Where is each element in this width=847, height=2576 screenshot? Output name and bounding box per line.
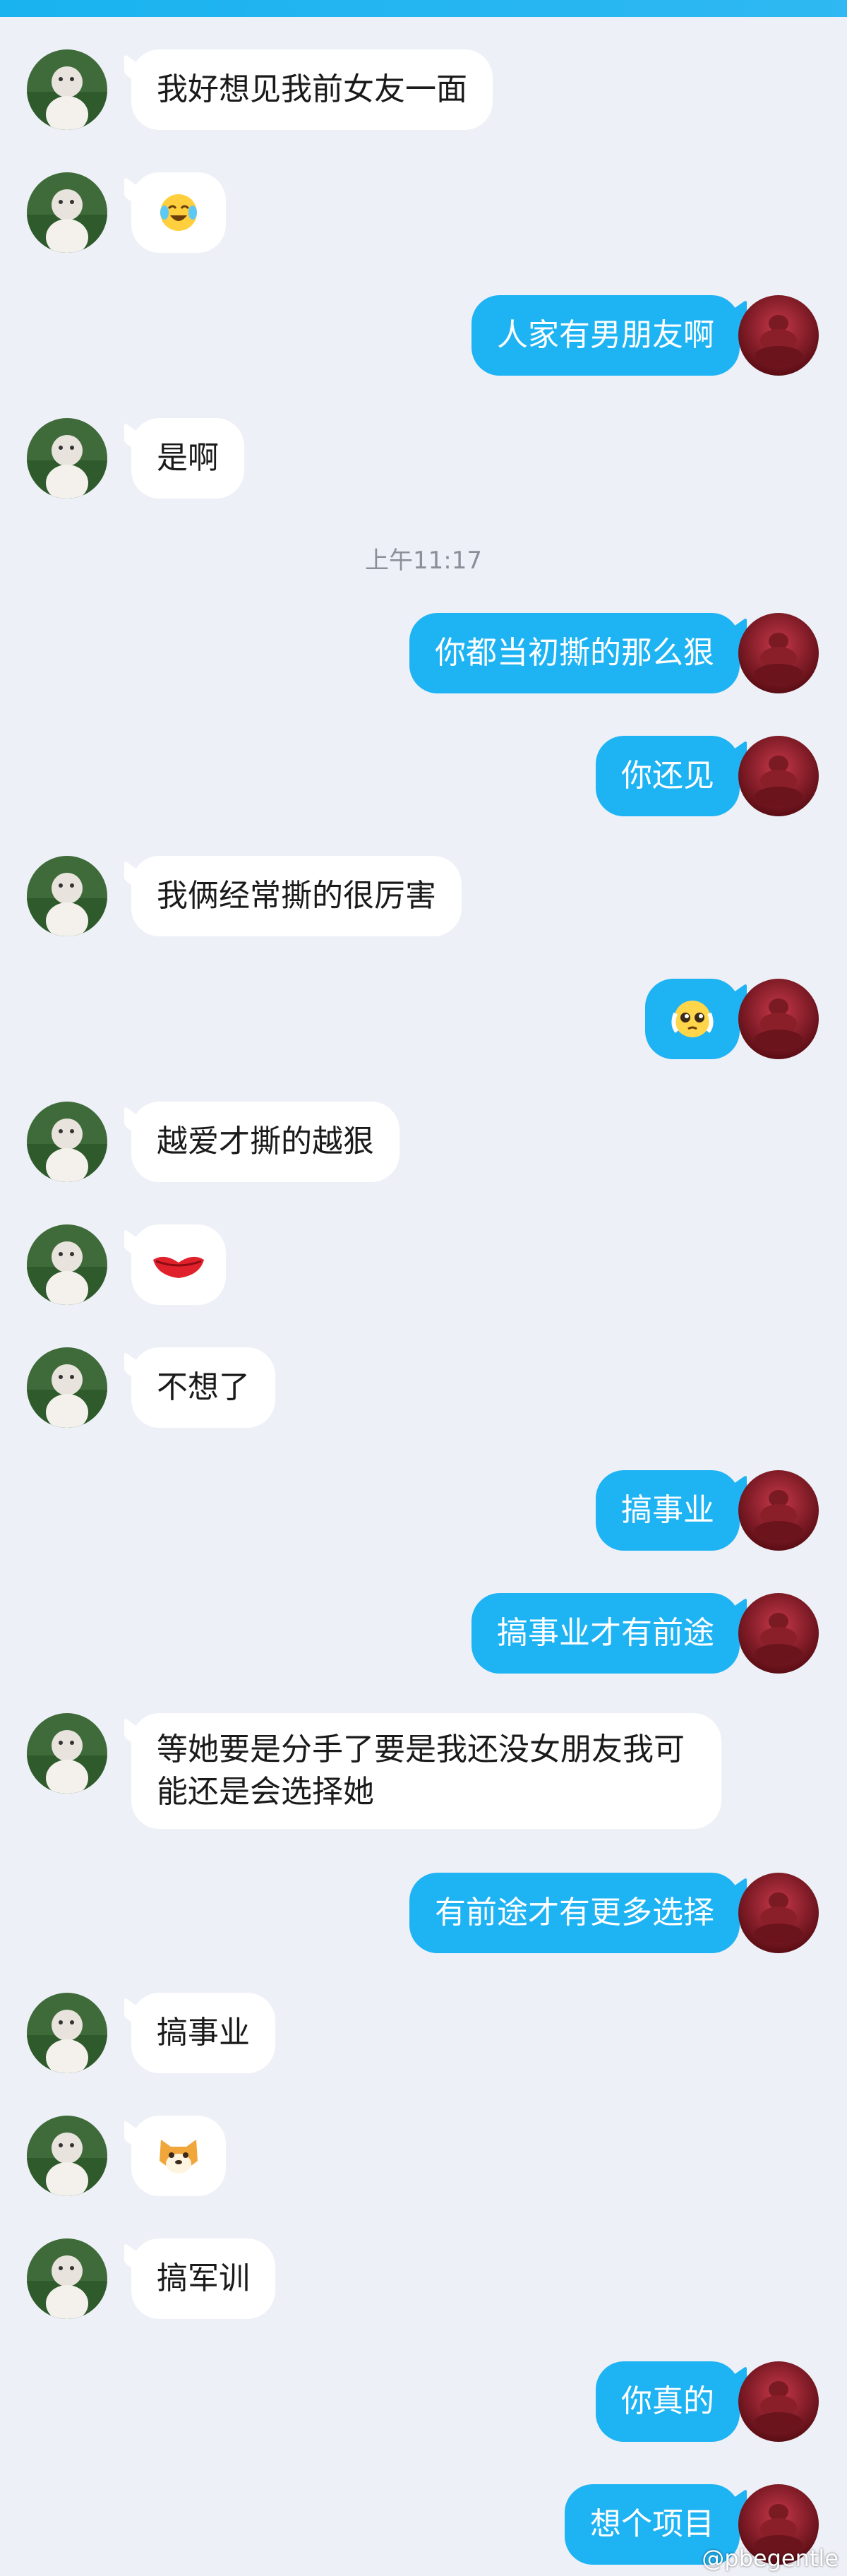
message-bubble-incoming[interactable]: 等她要是分手了要是我还没女朋友我可能还是会选择她: [131, 1713, 721, 1829]
user-avatar-image: [738, 1873, 819, 1953]
contact-avatar[interactable]: [27, 418, 107, 499]
message-bubble-incoming[interactable]: [131, 2116, 226, 2196]
pleading-face-emoji-icon: [671, 1001, 714, 1037]
contact-avatar-image: [27, 1102, 107, 1182]
contact-avatar-image: [27, 49, 107, 130]
user-avatar-image: [738, 736, 819, 816]
contact-avatar-image: [27, 856, 107, 936]
user-avatar-image: [738, 295, 819, 376]
contact-avatar[interactable]: [27, 1102, 107, 1182]
message-bubble-incoming[interactable]: 搞军训: [131, 2238, 275, 2319]
user-avatar-image: [738, 1470, 819, 1551]
user-avatar[interactable]: [738, 1873, 819, 1953]
message-bubble-incoming[interactable]: 越爱才撕的越狠: [131, 1102, 400, 1182]
message-bubble-incoming[interactable]: 是啊: [131, 418, 244, 499]
user-avatar[interactable]: [738, 1593, 819, 1674]
message-bubble-outgoing[interactable]: 你真的: [596, 2361, 740, 2442]
user-avatar[interactable]: [738, 613, 819, 693]
contact-avatar-image: [27, 2238, 107, 2319]
contact-avatar[interactable]: [27, 2238, 107, 2319]
message-bubble-outgoing[interactable]: 你都当初撕的那么狠: [409, 613, 740, 693]
contact-avatar-image: [27, 1347, 107, 1428]
shiba-dog-emoji-icon: [160, 2140, 198, 2174]
contact-avatar[interactable]: [27, 1993, 107, 2073]
message-bubble-incoming[interactable]: 搞事业: [131, 1993, 275, 2073]
contact-avatar[interactable]: [27, 1224, 107, 1305]
user-avatar-image: [738, 613, 819, 693]
user-avatar-image: [738, 1593, 819, 1674]
user-avatar[interactable]: [738, 1470, 819, 1551]
red-lips-emoji-icon: [153, 1256, 204, 1278]
contact-avatar[interactable]: [27, 1347, 107, 1428]
message-bubble-incoming[interactable]: [131, 1224, 226, 1305]
contact-avatar-image: [27, 418, 107, 499]
contact-avatar-image: [27, 1713, 107, 1794]
weibo-watermark: @pbegentle: [702, 2545, 839, 2572]
message-bubble-outgoing[interactable]: 有前途才有更多选择: [409, 1873, 740, 1953]
crying-laughing-emoji-icon: [160, 194, 197, 231]
contact-avatar[interactable]: [27, 2116, 107, 2196]
message-bubble-outgoing[interactable]: 搞事业: [596, 1470, 740, 1551]
contact-avatar-image: [27, 172, 107, 253]
contact-avatar[interactable]: [27, 172, 107, 253]
user-avatar[interactable]: [738, 736, 819, 816]
contact-avatar-image: [27, 1224, 107, 1305]
message-bubble-incoming[interactable]: 不想了: [131, 1347, 275, 1428]
user-avatar-image: [738, 2361, 819, 2442]
user-avatar[interactable]: [738, 2361, 819, 2442]
message-bubble-incoming[interactable]: [131, 172, 226, 253]
contact-avatar[interactable]: [27, 856, 107, 936]
message-bubble-outgoing[interactable]: 人家有男朋友啊: [471, 295, 740, 376]
top-status-bar: [0, 0, 847, 17]
contact-avatar-image: [27, 2116, 107, 2196]
message-bubble-outgoing[interactable]: 你还见: [596, 736, 740, 816]
user-avatar[interactable]: [738, 295, 819, 376]
message-bubble-incoming[interactable]: 我俩经常撕的很厉害: [131, 856, 462, 936]
message-bubble-outgoing[interactable]: [645, 979, 740, 1059]
user-avatar[interactable]: [738, 979, 819, 1059]
contact-avatar[interactable]: [27, 49, 107, 130]
contact-avatar-image: [27, 1993, 107, 2073]
message-bubble-outgoing[interactable]: 搞事业才有前途: [471, 1593, 740, 1674]
message-bubble-incoming[interactable]: 我好想见我前女友一面: [131, 49, 493, 130]
contact-avatar[interactable]: [27, 1713, 107, 1794]
user-avatar-image: [738, 979, 819, 1059]
message-timestamp: 上午11:17: [365, 547, 482, 575]
